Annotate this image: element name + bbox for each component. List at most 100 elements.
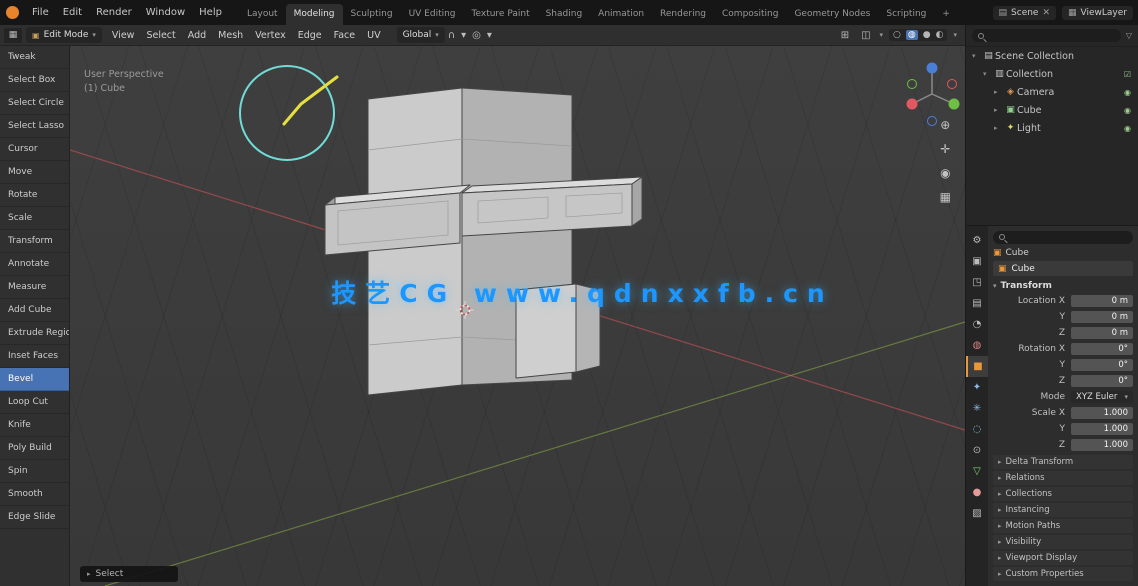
gizmo-x-axis[interactable]	[907, 99, 918, 110]
viewport-menu-item[interactable]: UV	[361, 30, 386, 41]
properties-section-header[interactable]: ▸ Instancing	[993, 503, 1133, 517]
menubar-item[interactable]: File	[25, 0, 56, 25]
output-tab-icon[interactable]: ◳	[966, 272, 988, 293]
value-field[interactable]: 1.000	[1071, 423, 1133, 435]
expand-caret-icon[interactable]: ▾	[983, 70, 993, 78]
navigation-gizmo[interactable]	[907, 63, 960, 126]
viewlayer-selector[interactable]: ▦ ViewLayer	[1062, 6, 1133, 20]
expand-caret-icon[interactable]: ▸	[994, 106, 1004, 114]
workspace-tab[interactable]: Compositing	[714, 4, 786, 25]
scene-tab-icon[interactable]: ◔	[966, 314, 988, 335]
properties-section-header[interactable]: ▸ Delta Transform	[993, 455, 1133, 469]
snap-dropdown-icon[interactable]: ▾	[458, 30, 469, 41]
overlays-toggle-icon[interactable]: ◫	[858, 30, 873, 41]
menubar-item[interactable]: Help	[192, 0, 229, 25]
toolbar-item[interactable]: Rotate	[0, 184, 69, 207]
value-field[interactable]: 0 m	[1071, 295, 1133, 307]
outliner-row[interactable]: ▸ ✦ Light ◉	[966, 119, 1138, 137]
shading-rendered-icon[interactable]: ◐	[936, 30, 944, 40]
viewport-menu-item[interactable]: Face	[328, 30, 361, 41]
workspace-tab[interactable]: Geometry Nodes	[786, 4, 878, 25]
modifiers-tab-icon[interactable]: ✦	[966, 377, 988, 398]
orientation-dropdown[interactable]: Global ▾	[397, 27, 445, 43]
viewport-menu-item[interactable]: Add	[182, 30, 212, 41]
proportional-dropdown-icon[interactable]: ▾	[484, 30, 495, 41]
value-field[interactable]: 1.000	[1071, 407, 1133, 419]
shading-dropdown-icon[interactable]: ▾	[953, 31, 957, 39]
particles-tab-icon[interactable]: ✳	[966, 398, 988, 419]
toolbar-item[interactable]: Spin	[0, 460, 69, 483]
world-tab-icon[interactable]: ◍	[966, 335, 988, 356]
object-tab-icon[interactable]: ■	[966, 356, 988, 377]
rotation-mode-dropdown[interactable]: XYZ Euler ▾	[1071, 391, 1133, 403]
toolbar-item[interactable]: Measure	[0, 276, 69, 299]
material-tab-icon[interactable]: ●	[966, 482, 988, 503]
viewport-menu-item[interactable]: Edge	[292, 30, 328, 41]
viewport-menu-item[interactable]: Vertex	[249, 30, 292, 41]
chevron-down-icon[interactable]: ▾	[880, 31, 884, 39]
menubar-item[interactable]: Render	[89, 0, 139, 25]
properties-section-header[interactable]: ▸ Visibility	[993, 535, 1133, 549]
model-mesh[interactable]	[325, 88, 642, 395]
visibility-toggle-icon[interactable]: ☑	[1124, 70, 1131, 79]
shading-solid-icon[interactable]: ◍	[906, 30, 918, 40]
value-field[interactable]: 0°	[1071, 343, 1133, 355]
properties-section-header[interactable]: ▸ Custom Properties	[993, 567, 1133, 581]
viewport-menu-item[interactable]: Mesh	[212, 30, 249, 41]
value-field[interactable]: 0 m	[1071, 311, 1133, 323]
toolbar-item[interactable]: Select Circle	[0, 92, 69, 115]
toolbar-item[interactable]: Poly Build	[0, 437, 69, 460]
gizmo-y-axis-negative[interactable]	[908, 80, 917, 89]
blender-logo-icon[interactable]	[6, 6, 19, 19]
viewport-menu-item[interactable]: View	[106, 30, 141, 41]
gizmo-y-axis[interactable]	[949, 99, 960, 110]
outliner-row[interactable]: ▸ ◈ Camera ◉	[966, 83, 1138, 101]
properties-section-header[interactable]: ▸ Viewport Display	[993, 551, 1133, 565]
shading-material-icon[interactable]: ●	[923, 30, 931, 40]
toolbar-item[interactable]: Add Cube	[0, 299, 69, 322]
gizmo-z-axis-negative[interactable]	[928, 117, 937, 126]
gizmo-x-axis-negative[interactable]	[948, 80, 957, 89]
workspace-tab[interactable]: Rendering	[652, 4, 714, 25]
workspace-tab[interactable]: Animation	[590, 4, 652, 25]
render-tab-icon[interactable]: ▣	[966, 251, 988, 272]
viewport-menu-item[interactable]: Select	[140, 30, 181, 41]
value-field[interactable]: 0°	[1071, 359, 1133, 371]
workspace-tab[interactable]: Modeling	[286, 4, 343, 25]
zoom-icon[interactable]: ⊕	[940, 118, 950, 132]
viewport-3d[interactable]: User Perspective (1) Cube 技艺CG www.qdnxx…	[70, 46, 965, 586]
pan-icon[interactable]: ✛	[940, 142, 950, 156]
workspace-tab[interactable]: UV Editing	[401, 4, 464, 25]
menubar-item[interactable]: Window	[139, 0, 192, 25]
scene-selector[interactable]: ▤ Scene ✕	[993, 6, 1057, 20]
visibility-toggle-icon[interactable]: ◉	[1124, 88, 1131, 97]
object-name-field[interactable]: ▣ Cube	[993, 261, 1133, 276]
tool-tab-icon[interactable]: ⚙	[966, 230, 988, 251]
toolbar-item[interactable]: Cursor	[0, 138, 69, 161]
proportional-editing-icon[interactable]: ◎	[469, 30, 484, 41]
workspace-tab[interactable]: Scripting	[878, 4, 934, 25]
mode-dropdown[interactable]: ▣ Edit Mode ▾	[26, 27, 102, 43]
filter-icon[interactable]: ▽	[1126, 31, 1132, 40]
gizmo-toggle-icon[interactable]: ⊞	[838, 30, 852, 41]
properties-section-header[interactable]: ▸ Collections	[993, 487, 1133, 501]
outliner-row[interactable]: ▾ ▥ Collection ☑	[966, 65, 1138, 83]
visibility-toggle-icon[interactable]: ◉	[1124, 106, 1131, 115]
toolbar-item[interactable]: Select Box	[0, 69, 69, 92]
workspace-tab[interactable]: +	[934, 4, 958, 25]
grid-toggle-icon[interactable]: ▦	[940, 190, 951, 204]
value-field[interactable]: 0 m	[1071, 327, 1133, 339]
gizmo-z-axis[interactable]	[927, 63, 938, 74]
toolbar-item[interactable]: Edge Slide	[0, 506, 69, 529]
menubar-item[interactable]: Edit	[56, 0, 89, 25]
camera-view-icon[interactable]: ◉	[940, 166, 950, 180]
toolbar-item[interactable]: Tweak	[0, 46, 69, 69]
toolbar-item[interactable]: Extrude Region	[0, 322, 69, 345]
outliner-row[interactable]: ▾ ▤ Scene Collection	[966, 47, 1138, 65]
constraints-tab-icon[interactable]: ⊙	[966, 440, 988, 461]
visibility-toggle-icon[interactable]: ◉	[1124, 124, 1131, 133]
object-data-tab-icon[interactable]: ▽	[966, 461, 988, 482]
toolbar-item[interactable]: Bevel	[0, 368, 69, 391]
physics-tab-icon[interactable]: ◌	[966, 419, 988, 440]
viewlayer-tab-icon[interactable]: ▤	[966, 293, 988, 314]
